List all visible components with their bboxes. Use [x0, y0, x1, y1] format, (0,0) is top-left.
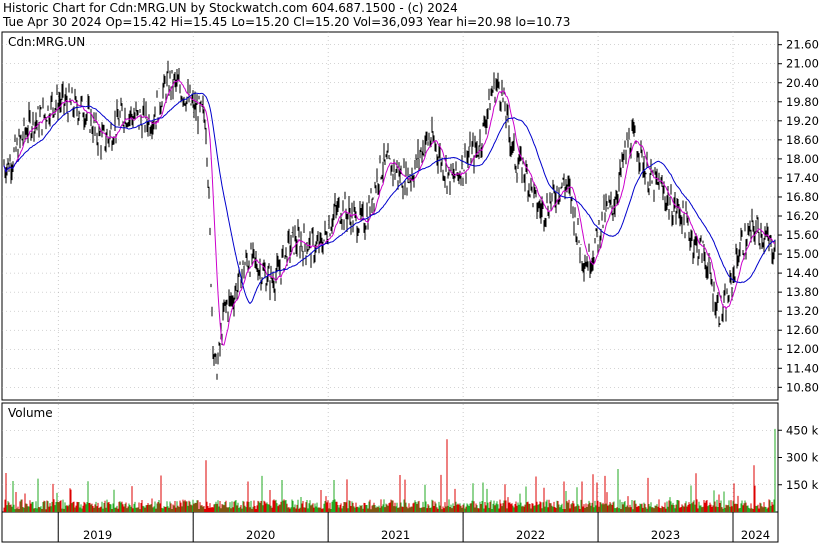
price-tick-label: 16.80: [786, 190, 819, 204]
price-tick-label: 19.80: [786, 95, 819, 109]
price-tick-label: 18.00: [786, 152, 819, 166]
price-tick-label: 12.60: [786, 323, 819, 337]
price-tick-label: 21.00: [786, 57, 819, 71]
volume-tick-label: 150 k: [786, 478, 819, 492]
volume-tick-label: 450 k: [786, 423, 819, 437]
price-tick-label: 15.60: [786, 228, 819, 242]
price-tick-label: 17.40: [786, 171, 819, 185]
volume-tick-label: 300 k: [786, 451, 819, 465]
price-tick-label: 11.40: [786, 361, 819, 375]
chart-root: Historic Chart for Cdn:MRG.UN by Stockwa…: [0, 0, 830, 543]
year-label: 2024: [741, 528, 770, 542]
price-tick-label: 18.60: [786, 133, 819, 147]
price-tick-label: 20.40: [786, 76, 819, 90]
price-tick-label: 10.80: [786, 380, 819, 394]
year-label: 2021: [381, 528, 410, 542]
price-tick-label: 12.00: [786, 342, 819, 356]
volume-label: Volume: [8, 406, 53, 420]
price-tick-label: 14.40: [786, 266, 819, 280]
price-tick-label: 13.80: [786, 285, 819, 299]
price-tick-label: 19.20: [786, 114, 819, 128]
price-tick-label: 16.20: [786, 209, 819, 223]
year-label: 2020: [246, 528, 275, 542]
price-tick-label: 15.00: [786, 247, 819, 261]
year-label: 2019: [83, 528, 112, 542]
year-label: 2023: [651, 528, 680, 542]
price-tick-label: 13.20: [786, 304, 819, 318]
symbol-label: Cdn:MRG.UN: [8, 35, 85, 49]
stock-chart: 21.60 21.00 20.40 19.80 19.20 18.60 18.00 17.40…: [1, 31, 819, 543]
price-tick-label: 21.60: [786, 38, 819, 52]
year-label: 2022: [516, 528, 545, 542]
